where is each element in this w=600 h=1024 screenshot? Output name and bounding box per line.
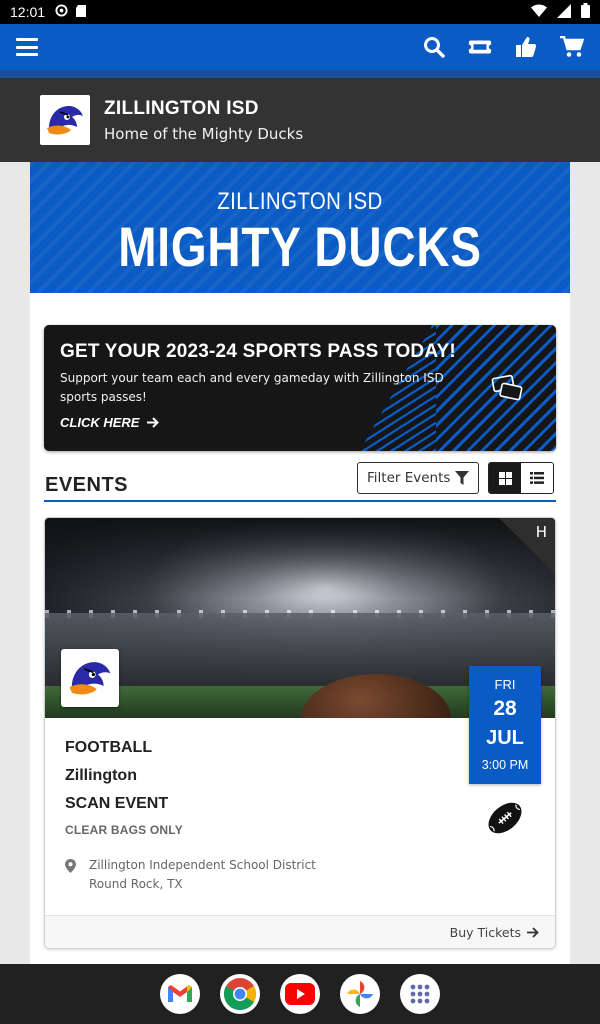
list-view-button[interactable] — [521, 463, 553, 493]
cart-icon[interactable] — [560, 35, 584, 59]
grid-view-button[interactable] — [489, 463, 521, 493]
youtube-icon[interactable] — [280, 974, 320, 1014]
gmail-icon[interactable] — [160, 974, 200, 1014]
events-toolbar: EVENTS Filter Events — [44, 462, 556, 502]
main-content: ZILLINGTON ISD MIGHTY DUCKS GET YOUR 202… — [30, 162, 570, 964]
arrow-right-icon — [527, 927, 539, 938]
thumbs-up-icon[interactable] — [514, 35, 538, 59]
organization-name: ZILLINGTON ISD — [104, 97, 259, 119]
sports-pass-promo[interactable]: GET YOUR 2023-24 SPORTS PASS TODAY! Supp… — [44, 325, 556, 451]
map-pin-icon — [65, 858, 79, 894]
duck-logo[interactable] — [40, 95, 90, 145]
event-time: 3:00 PM — [481, 758, 529, 772]
menu-icon[interactable] — [16, 38, 38, 56]
filter-events-label: Filter Events — [367, 470, 451, 486]
apps-icon[interactable] — [400, 974, 440, 1014]
wifi-icon — [531, 4, 547, 20]
event-sport: FOOTBALL — [65, 739, 153, 756]
promo-cta-label: CLICK HERE — [60, 415, 140, 430]
arrow-right-icon — [143, 415, 159, 430]
sd-card-status-icon — [76, 4, 87, 20]
signal-icon — [557, 3, 571, 21]
event-note: CLEAR BAGS ONLY — [65, 823, 183, 837]
event-day: 28 — [493, 697, 517, 720]
list-icon — [530, 472, 544, 484]
buy-tickets-label: Buy Tickets — [449, 925, 521, 940]
home-away-label: H — [535, 523, 547, 541]
event-day-of-week: FRI — [494, 677, 516, 692]
organization-tagline: Home of the Mighty Ducks — [104, 124, 304, 143]
filter-icon — [455, 471, 469, 485]
search-icon[interactable] — [422, 35, 446, 59]
events-heading: EVENTS — [45, 474, 129, 496]
event-month: JUL — [486, 727, 524, 749]
photos-icon[interactable] — [340, 974, 380, 1014]
settings-status-icon — [55, 4, 68, 20]
buy-tickets-link[interactable]: Buy Tickets — [45, 915, 555, 948]
chrome-icon[interactable] — [220, 974, 260, 1014]
tickets-icon — [490, 371, 526, 407]
event-location: Zillington Independent School District R… — [65, 856, 316, 894]
hero-banner: ZILLINGTON ISD MIGHTY DUCKS — [30, 162, 570, 293]
promo-title: GET YOUR 2023-24 SPORTS PASS TODAY! — [60, 341, 456, 362]
battery-icon — [581, 3, 590, 21]
app-dock — [0, 964, 600, 1024]
event-date-badge: FRI 28 JUL 3:00 PM — [469, 666, 541, 784]
team-logo — [61, 649, 119, 707]
hero-title: MIGHTY DUCKS — [118, 215, 482, 278]
event-title: SCAN EVENT — [65, 795, 169, 812]
filter-events-button[interactable]: Filter Events — [357, 462, 479, 494]
organization-header: ZILLINGTON ISD Home of the Mighty Ducks — [0, 78, 600, 162]
event-card[interactable]: H FRI 28 JUL 3:00 PM FOOTBALL Zillington… — [44, 517, 556, 949]
event-location-name: Zillington Independent School District — [89, 858, 316, 872]
football-icon — [485, 798, 525, 838]
view-toggle — [488, 462, 554, 494]
event-opponent: Zillington — [65, 767, 137, 784]
grid-icon — [498, 471, 512, 485]
hero-subtitle: ZILLINGTON ISD — [217, 188, 383, 215]
top-navigation — [0, 24, 600, 70]
promo-description: Support your team each and every gameday… — [60, 371, 444, 404]
promo-cta-link[interactable]: CLICK HERE — [60, 415, 159, 430]
event-location-city: Round Rock, TX — [89, 877, 183, 891]
status-time: 12:01 — [10, 4, 46, 20]
nav-accent-strip — [0, 70, 600, 78]
status-bar: 12:01 — [0, 0, 600, 24]
ticket-icon[interactable] — [468, 35, 492, 59]
